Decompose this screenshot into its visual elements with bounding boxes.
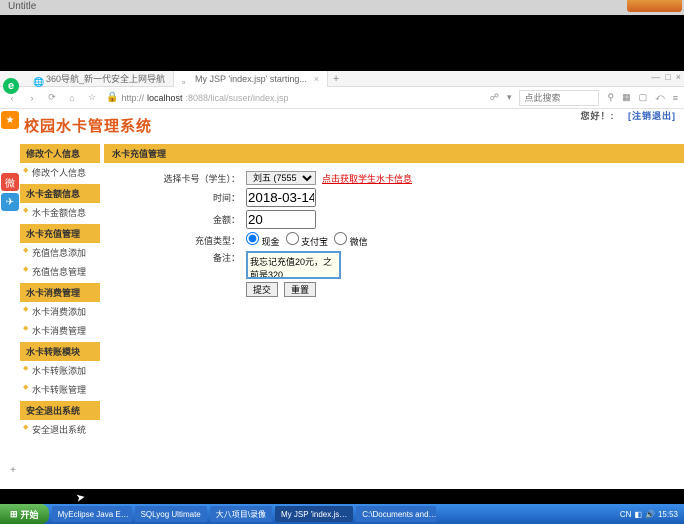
square-icon[interactable]: ▢ <box>639 92 648 103</box>
maximize-button[interactable]: □ <box>665 72 670 82</box>
lock-icon: 🔒 <box>106 92 118 103</box>
sidebar-group-head[interactable]: 修改个人信息 <box>20 144 100 163</box>
sidebar-item[interactable]: 水卡转账管理 <box>20 380 100 399</box>
window-controls: — □ × <box>651 72 681 82</box>
new-tab-button[interactable]: + <box>328 73 344 85</box>
chevron-down-icon[interactable]: ▾ <box>507 92 512 103</box>
browser-logo-icon: e <box>3 78 19 94</box>
browser-window: e 🌐 360导航_新一代安全上网导航 ▫ My JSP 'index.jsp'… <box>0 71 684 489</box>
taskbar-item[interactable]: My JSP 'index.js… <box>275 506 353 522</box>
amount-label: 金额： <box>104 213 246 226</box>
recharge-form: 选择卡号（学生）： 刘五 (7555) 点击获取学生水卡信息 时间： <box>104 163 684 308</box>
url-prefix: http:// <box>121 93 144 103</box>
minimize-button[interactable]: — <box>651 72 660 82</box>
sidebar-item[interactable]: 修改个人信息 <box>20 163 100 182</box>
tray-time: 15:53 <box>658 510 678 519</box>
sidebar-item[interactable]: 充值信息添加 <box>20 243 100 262</box>
taskbar-item[interactable]: SQLyog Ultimate <box>135 506 207 522</box>
fetch-card-link[interactable]: 点击获取学生水卡信息 <box>322 172 412 185</box>
workarea: 水卡充值管理 选择卡号（学生）： 刘五 (7555) 点击获取学生水卡信息 <box>100 142 684 439</box>
close-button[interactable]: × <box>676 72 681 82</box>
sidebar-group-head[interactable]: 水卡转账模块 <box>20 342 100 361</box>
sidebar-item[interactable]: 充值信息管理 <box>20 262 100 281</box>
system-title-text: 校园水卡管理系统 <box>24 118 152 135</box>
share-icon[interactable]: ☍ <box>490 92 499 103</box>
sidebar-group-head[interactable]: 安全退出系统 <box>20 401 100 420</box>
address-bar[interactable]: 🔒 http://localhost:8088/lical/suser/inde… <box>106 92 446 103</box>
browser-sidebar: ★ 微 ✈ + <box>0 109 20 489</box>
page-icon: ▫ <box>182 74 192 84</box>
black-gap <box>0 15 684 71</box>
grid-icon[interactable]: ▦ <box>622 92 631 103</box>
time-input[interactable] <box>246 188 316 207</box>
tab-label: 360导航_新一代安全上网导航 <box>46 71 165 87</box>
reset-button[interactable]: 重置 <box>284 282 316 297</box>
tab-1[interactable]: ▫ My JSP 'index.jsp' starting... × <box>174 71 328 87</box>
amount-input[interactable] <box>246 210 316 229</box>
panel-title: 水卡充值管理 <box>104 144 684 163</box>
taskbar-item[interactable]: 大八项目\录像 <box>210 506 272 522</box>
search-input[interactable] <box>519 90 599 106</box>
weibo-icon[interactable]: 微 <box>1 173 19 191</box>
sidebar-group-head[interactable]: 水卡金额信息 <box>20 184 100 203</box>
sidebar-item[interactable]: 水卡转账添加 <box>20 361 100 380</box>
system-tray[interactable]: CN ◧ 🔊 15:53 <box>614 510 684 519</box>
search-icon[interactable]: ⚲ <box>607 92 614 103</box>
type-label: 充值类型： <box>104 234 246 247</box>
restore-icon[interactable]: ⤺ <box>655 92 665 103</box>
star-icon[interactable]: ☆ <box>86 92 98 104</box>
menu-icon[interactable]: ≡ <box>673 93 678 103</box>
windows-taskbar: ⊞ 开始 MyEclipse Java E…SQLyog Ultimate大八项… <box>0 504 684 524</box>
sidebar-item[interactable]: 水卡金额信息 <box>20 203 100 222</box>
sidebar-group-head[interactable]: 水卡充值管理 <box>20 224 100 243</box>
sidebar-item[interactable]: 水卡消费添加 <box>20 302 100 321</box>
student-label: 选择卡号（学生）： <box>104 172 246 185</box>
sidebar-item[interactable]: 安全退出系统 <box>20 420 100 439</box>
type-cash-radio[interactable]: 现金 <box>246 232 280 248</box>
url-host: localhost <box>147 93 183 103</box>
reload-button[interactable]: ⟳ <box>46 92 58 104</box>
outer-window-titlebar: Untitle <box>0 0 684 15</box>
tab-label: My JSP 'index.jsp' starting... <box>195 71 307 87</box>
tab-0[interactable]: 🌐 360导航_新一代安全上网导航 <box>25 71 174 87</box>
globe-icon: 🌐 <box>33 74 43 84</box>
sidebar-item[interactable]: 水卡消费管理 <box>20 321 100 340</box>
submit-button[interactable]: 提交 <box>246 282 278 297</box>
taskbar-item[interactable]: C:\Documents and… <box>356 506 436 522</box>
system-title: 校园水卡管理系统 您好！: [注销退出] <box>20 109 684 142</box>
add-sidebar-icon[interactable]: + <box>4 461 22 479</box>
outer-window-title: Untitle <box>8 1 36 12</box>
url-path: :8088/lical/suser/index.jsp <box>186 93 289 103</box>
start-label: 开始 <box>21 508 39 521</box>
time-label: 时间： <box>104 191 246 204</box>
note-textarea[interactable]: 我忘记充值20元，之前是320 <box>246 251 341 279</box>
note-label: 备注： <box>104 251 246 264</box>
page-content: ★ 微 ✈ + 校园水卡管理系统 您好！: [注销退出] 修改个人信息修改个人信… <box>0 109 684 489</box>
address-bar-row: ‹ › ⟳ ⌂ ☆ 🔒 http://localhost:8088/lical/… <box>0 87 684 109</box>
tray-icon[interactable]: 🔊 <box>645 510 655 519</box>
favorite-icon[interactable]: ★ <box>1 111 19 129</box>
home-button[interactable]: ⌂ <box>66 92 78 104</box>
student-select[interactable]: 刘五 (7555) <box>246 171 316 185</box>
forward-button[interactable]: › <box>26 92 38 104</box>
close-icon[interactable]: × <box>314 71 319 87</box>
cursor-icon: ➤ <box>75 490 86 504</box>
taskbar-item[interactable]: MyEclipse Java E… <box>52 506 132 522</box>
windows-icon: ⊞ <box>10 509 18 520</box>
tray-lang[interactable]: CN <box>620 510 632 519</box>
tabs-bar: 🌐 360导航_新一代安全上网导航 ▫ My JSP 'index.jsp' s… <box>0 71 684 87</box>
start-button[interactable]: ⊞ 开始 <box>0 504 49 524</box>
app-sidebar: 修改个人信息修改个人信息水卡金额信息水卡金额信息水卡充值管理充值信息添加充值信息… <box>20 142 100 439</box>
tray-icon[interactable]: ◧ <box>634 510 642 519</box>
type-alipay-radio[interactable]: 支付宝 <box>286 232 329 248</box>
type-wechat-radio[interactable]: 微信 <box>334 232 368 248</box>
sidebar-group-head[interactable]: 水卡消费管理 <box>20 283 100 302</box>
share-icon[interactable]: ✈ <box>1 193 19 211</box>
logout-link[interactable]: [注销退出] <box>628 111 676 121</box>
greeting-label: 您好！: <box>580 111 614 121</box>
